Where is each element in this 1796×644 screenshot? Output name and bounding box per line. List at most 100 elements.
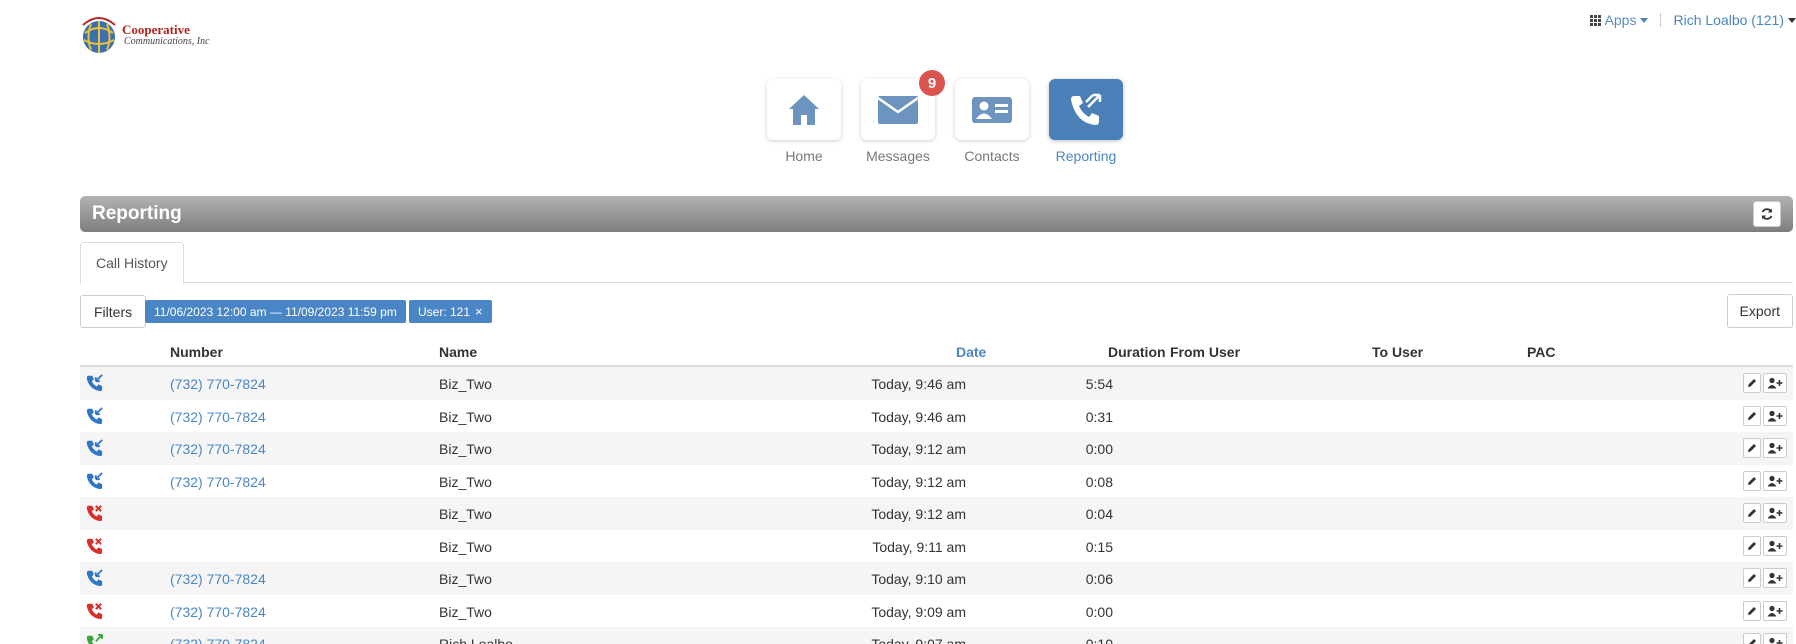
nav-reporting[interactable]: Reporting	[1039, 79, 1133, 164]
user-label: Rich Loalbo (121)	[1673, 12, 1784, 28]
edit-button[interactable]	[1743, 535, 1761, 556]
edit-button[interactable]	[1743, 503, 1761, 523]
tab-bar: Call History	[80, 242, 1793, 284]
unread-badge: 9	[919, 70, 945, 96]
row-actions	[1741, 535, 1787, 556]
row-actions	[1741, 633, 1787, 644]
row-date: Today, 9:09 am	[871, 603, 966, 620]
nav-tile	[1049, 79, 1123, 140]
nav-messages[interactable]: 9 Messages	[851, 70, 945, 164]
row-actions	[1741, 373, 1787, 393]
nav-home[interactable]: Home	[757, 79, 851, 164]
row-name: Biz_Two	[439, 538, 492, 555]
apps-menu[interactable]: Apps	[1589, 12, 1649, 28]
row-actions	[1741, 503, 1787, 523]
pencil-icon	[1748, 444, 1756, 452]
company-logo[interactable]: Cooperative Communications, Inc	[80, 10, 220, 60]
add-user-icon	[1767, 540, 1783, 551]
logo-subtitle: Communications, Inc	[124, 35, 210, 47]
edit-button[interactable]	[1743, 633, 1761, 644]
edit-button[interactable]	[1743, 600, 1761, 621]
row-number-link[interactable]: (732) 770-7824	[170, 441, 266, 457]
row-number-link[interactable]: (732) 770-7824	[170, 474, 266, 490]
filters-button[interactable]: Filters	[80, 295, 147, 328]
add-contact-button[interactable]	[1763, 600, 1787, 621]
edit-button[interactable]	[1743, 373, 1761, 393]
add-contact-button[interactable]	[1763, 633, 1787, 644]
grid-icon	[1589, 14, 1601, 26]
add-user-icon	[1767, 377, 1783, 389]
row-number-link[interactable]: (732) 770-7824	[170, 604, 266, 620]
column-duration[interactable]: Duration	[1108, 344, 1166, 360]
main-nav: Home 9 Messages Contacts Reporting	[757, 70, 1133, 164]
add-contact-button[interactable]	[1763, 568, 1787, 588]
add-contact-button[interactable]	[1763, 535, 1787, 556]
row-number-link[interactable]: (732) 770-7824	[170, 571, 266, 587]
add-user-icon	[1769, 637, 1783, 644]
home-icon	[789, 94, 819, 125]
row-actions	[1741, 568, 1787, 588]
nav-tile	[767, 79, 841, 140]
user-filter-label: User: 121	[418, 304, 471, 319]
nav-label: Messages	[866, 148, 930, 164]
inbound-call-icon	[86, 439, 103, 457]
row-number-link[interactable]: (732) 770-7824	[170, 636, 266, 644]
nav-contacts[interactable]: Contacts	[945, 79, 1039, 164]
top-right-menu: Apps Rich Loalbo (121)	[1589, 12, 1796, 28]
apps-label: Apps	[1604, 12, 1637, 28]
column-from-user[interactable]: From User	[1170, 344, 1240, 360]
row-duration: 0:08	[1085, 473, 1113, 490]
table-row: (732) 770-7824 Biz_Two Today, 9:10 am 0:06	[80, 562, 1793, 595]
nav-label: Home	[785, 148, 823, 164]
user-menu[interactable]: Rich Loalbo (121)	[1673, 12, 1796, 28]
tab-call-history[interactable]: Call History	[80, 242, 184, 284]
missed-call-icon	[86, 602, 103, 619]
remove-filter-icon[interactable]: ×	[475, 304, 483, 319]
add-contact-button[interactable]	[1763, 373, 1787, 393]
row-duration: 0:04	[1085, 506, 1113, 522]
table-row: (732) 770-7824 Biz_Two Today, 9:12 am 0:00	[80, 432, 1793, 465]
table-row: (732) 770-7824 Biz_Two Today, 9:46 am 5:54	[80, 367, 1793, 400]
refresh-icon	[1761, 208, 1773, 220]
add-contact-button[interactable]	[1763, 405, 1787, 426]
row-duration: 0:31	[1085, 408, 1113, 425]
date-range-filter-chip[interactable]: 11/06/2023 12:00 am — 11/09/2023 11:59 p…	[145, 300, 406, 323]
row-number-link[interactable]: (732) 770-7824	[170, 409, 266, 425]
export-button[interactable]: Export	[1726, 294, 1793, 328]
row-date: Today, 9:07 am	[871, 636, 966, 644]
row-number-link[interactable]: (732) 770-7824	[170, 376, 266, 392]
user-filter-chip: User: 121 ×	[409, 300, 492, 323]
add-user-icon	[1767, 442, 1783, 454]
edit-button[interactable]	[1743, 568, 1761, 588]
add-contact-button[interactable]	[1763, 470, 1787, 491]
column-pac[interactable]: PAC	[1527, 344, 1556, 360]
add-contact-button[interactable]	[1763, 438, 1787, 458]
column-date[interactable]: Date	[956, 344, 986, 360]
table-row: Biz_Two Today, 9:11 am 0:15	[80, 530, 1793, 563]
row-name: Biz_Two	[439, 473, 492, 490]
column-number[interactable]: Number	[170, 344, 223, 360]
row-date: Today, 9:46 am	[871, 376, 966, 392]
column-name[interactable]: Name	[439, 344, 477, 360]
table-row: (732) 770-7824 Biz_Two Today, 9:09 am 0:00	[80, 595, 1793, 628]
table-header: Number Name Date Duration From User To U…	[80, 336, 1793, 367]
row-actions	[1741, 405, 1787, 426]
call-history-table: Number Name Date Duration From User To U…	[80, 336, 1793, 644]
edit-button[interactable]	[1743, 470, 1761, 491]
edit-button[interactable]	[1743, 405, 1761, 426]
row-duration: 0:15	[1085, 538, 1113, 555]
outbound-call-icon	[86, 634, 103, 644]
edit-button[interactable]	[1743, 438, 1761, 458]
row-date: Today, 9:46 am	[871, 408, 966, 425]
refresh-button[interactable]	[1753, 201, 1781, 227]
envelope-icon	[877, 95, 919, 124]
row-actions	[1741, 438, 1787, 458]
reporting-header-bar: Reporting	[80, 196, 1793, 232]
column-to-user[interactable]: To User	[1372, 344, 1423, 360]
row-date: Today, 9:11 am	[872, 538, 966, 555]
add-contact-button[interactable]	[1763, 503, 1787, 523]
add-user-icon	[1767, 475, 1783, 486]
row-name: Biz_Two	[439, 571, 492, 587]
pencil-icon	[1748, 606, 1756, 615]
nav-label: Reporting	[1055, 148, 1117, 164]
